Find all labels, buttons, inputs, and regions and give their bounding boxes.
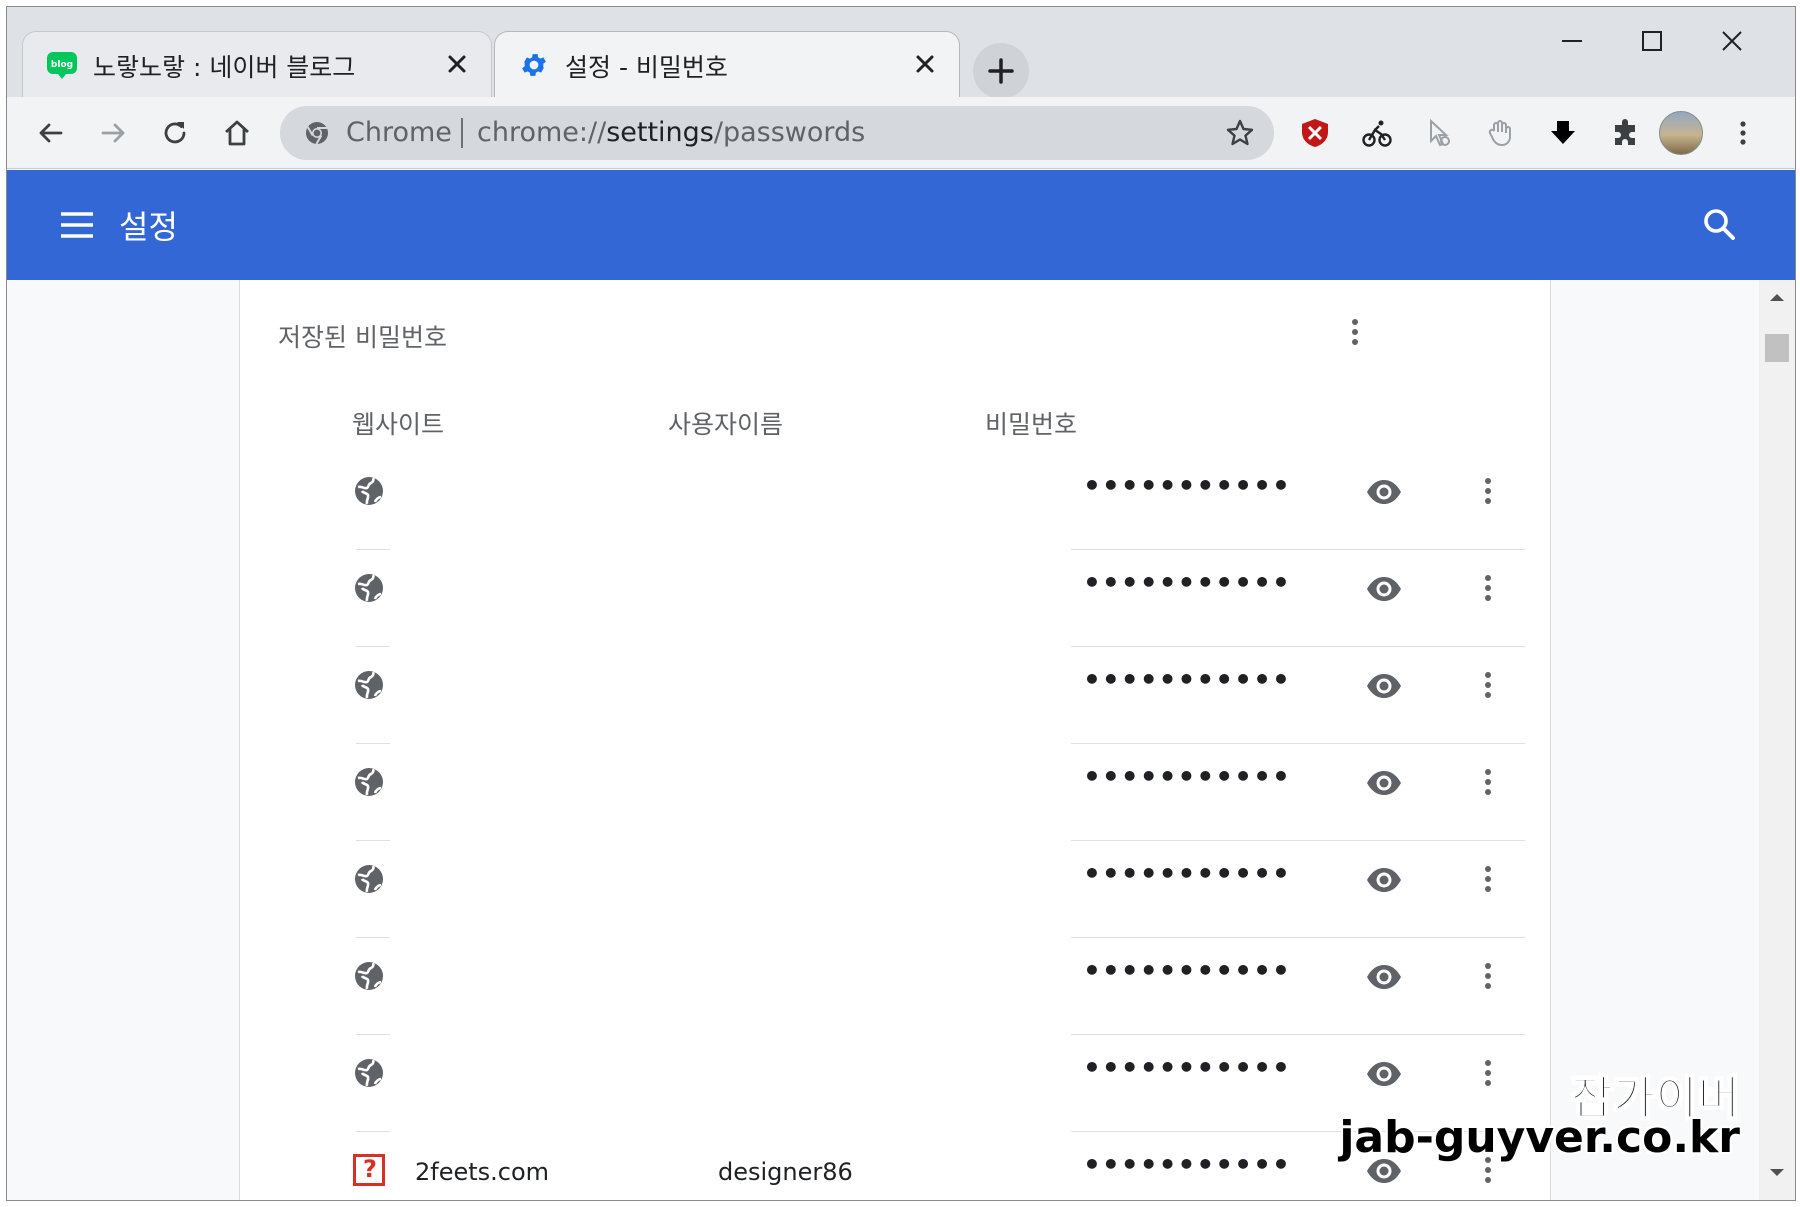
arrow-left-icon	[39, 123, 63, 143]
password-row: •••••••••••	[240, 938, 1552, 1035]
address-bar[interactable]: Chrome chrome://settings/passwords	[280, 106, 1274, 160]
password-value: •••••••••••	[1083, 1051, 1291, 1084]
password-row: •••••••••••	[240, 647, 1552, 744]
more-vert-icon[interactable]	[1338, 312, 1372, 352]
tab-title: 설정 - 비밀번호	[565, 53, 728, 82]
globe-icon	[353, 863, 385, 895]
bookmark-star-icon[interactable]	[1224, 117, 1256, 149]
password-row: •••••••••••	[240, 550, 1552, 647]
password-value: •••••••••••	[1083, 1148, 1291, 1181]
cursor-extension-icon[interactable]	[1419, 113, 1459, 153]
password-value: •••••••••••	[1083, 663, 1291, 696]
section-title: 저장된 비밀번호	[278, 323, 447, 352]
more-actions-icon[interactable]	[1473, 956, 1503, 996]
more-vert-icon	[1740, 121, 1746, 145]
search-icon[interactable]	[1699, 204, 1741, 246]
naver-blog-icon: blog	[47, 50, 77, 80]
globe-icon	[353, 960, 385, 992]
chrome-icon	[304, 120, 330, 146]
password-row: •••••••••••	[240, 453, 1552, 550]
password-value: •••••••••••	[1083, 566, 1291, 599]
hand-extension-icon[interactable]	[1481, 113, 1521, 153]
password-value: •••••••••••	[1083, 954, 1291, 987]
column-header-website: 웹사이트	[352, 410, 445, 439]
globe-icon	[353, 475, 385, 507]
plus-icon	[988, 58, 1014, 84]
globe-icon	[353, 766, 385, 798]
browser-window: blog 노랗노랗 : 네이버 블로그 설정 - 비밀번호 Chrome chr…	[6, 6, 1796, 1201]
svg-text:blog: blog	[51, 60, 73, 70]
more-actions-icon[interactable]	[1473, 859, 1503, 899]
show-password-eye-icon[interactable]	[1365, 667, 1403, 705]
password-value: •••••••••••	[1083, 469, 1291, 502]
globe-icon	[353, 572, 385, 604]
arrow-right-icon	[101, 123, 125, 143]
more-actions-icon[interactable]	[1473, 762, 1503, 802]
minimize-button[interactable]	[1537, 19, 1607, 63]
download-extension-icon[interactable]	[1543, 113, 1583, 153]
scrollbar-thumb[interactable]	[1765, 334, 1789, 362]
tab-strip: blog 노랗노랗 : 네이버 블로그 설정 - 비밀번호	[7, 7, 1795, 99]
tab-naver-blog[interactable]: blog 노랗노랗 : 네이버 블로그	[22, 31, 492, 97]
show-password-eye-icon[interactable]	[1365, 764, 1403, 802]
omnibox-chip: Chrome	[346, 117, 452, 148]
maximize-button[interactable]	[1617, 19, 1687, 63]
site-name[interactable]: 2feets.com	[415, 1158, 549, 1186]
mcafee-extension-icon[interactable]	[1295, 113, 1335, 153]
minimize-icon	[1562, 40, 1582, 42]
puzzle-extensions-icon[interactable]	[1605, 113, 1645, 153]
password-row: •••••••••••	[240, 744, 1552, 841]
bicycle-extension-icon[interactable]	[1357, 113, 1397, 153]
globe-icon	[353, 669, 385, 701]
home-icon	[225, 120, 249, 146]
more-actions-icon[interactable]	[1473, 471, 1503, 511]
globe-icon	[353, 1057, 385, 1089]
column-header-username: 사용자이름	[668, 410, 784, 439]
more-actions-icon[interactable]	[1473, 665, 1503, 705]
tab-title: 노랗노랗 : 네이버 블로그	[93, 53, 356, 82]
reload-button[interactable]	[153, 111, 197, 155]
watermark-line2: jab-guyver.co.kr	[1339, 1112, 1740, 1163]
new-tab-button[interactable]	[973, 43, 1029, 99]
tab-settings-passwords[interactable]: 설정 - 비밀번호	[494, 31, 960, 97]
close-icon[interactable]	[441, 48, 473, 80]
window-close-button[interactable]	[1697, 19, 1767, 63]
show-password-eye-icon[interactable]	[1365, 958, 1403, 996]
more-actions-icon[interactable]	[1473, 568, 1503, 608]
site-favicon: ?	[353, 1154, 385, 1186]
hamburger-menu-icon[interactable]	[57, 205, 97, 245]
password-row: •••••••••••	[240, 841, 1552, 938]
close-icon[interactable]	[909, 48, 941, 80]
settings-gear-icon	[519, 50, 549, 80]
watermark: 잡가이버 jab-guyver.co.kr	[1300, 1062, 1740, 1172]
show-password-eye-icon[interactable]	[1365, 473, 1403, 511]
vertical-scrollbar[interactable]	[1759, 280, 1795, 1200]
omnibox-separator	[461, 118, 463, 148]
password-value: •••••••••••	[1083, 760, 1291, 793]
maximize-icon	[1642, 31, 1662, 51]
back-button[interactable]	[29, 111, 73, 155]
column-header-password: 비밀번호	[985, 410, 1078, 439]
settings-header: 설정	[7, 170, 1795, 280]
show-password-eye-icon[interactable]	[1365, 570, 1403, 608]
chrome-menu-button[interactable]	[1723, 113, 1763, 153]
forward-button[interactable]	[91, 111, 135, 155]
scroll-down-icon	[1770, 1169, 1784, 1176]
reload-icon	[164, 122, 186, 144]
home-button[interactable]	[215, 111, 259, 155]
scroll-up-icon	[1770, 294, 1784, 301]
close-icon	[1722, 31, 1742, 51]
show-password-eye-icon[interactable]	[1365, 861, 1403, 899]
browser-toolbar: Chrome chrome://settings/passwords	[7, 97, 1795, 169]
password-value: •••••••••••	[1083, 857, 1291, 890]
settings-title: 설정	[119, 208, 178, 246]
profile-avatar[interactable]	[1659, 111, 1703, 155]
username-value: designer86	[718, 1158, 853, 1186]
omnibox-url: chrome://settings/passwords	[477, 117, 866, 148]
